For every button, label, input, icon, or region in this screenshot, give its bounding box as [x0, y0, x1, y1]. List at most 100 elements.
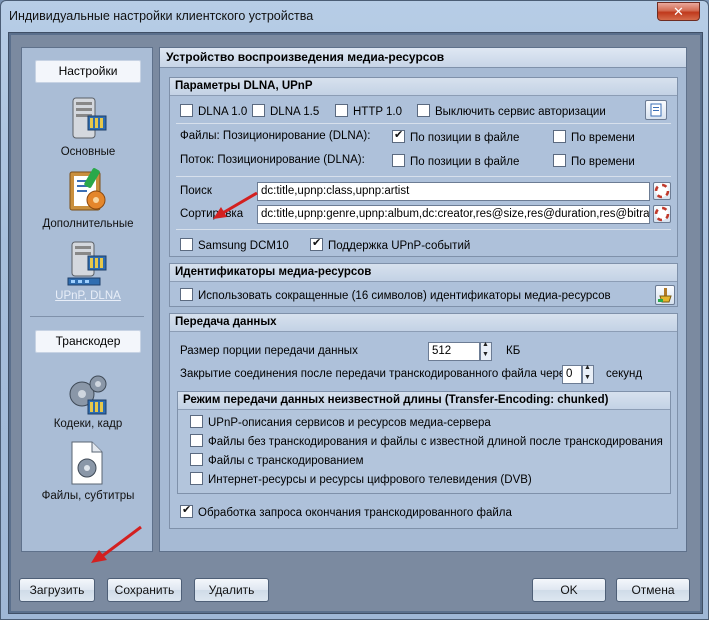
clipboard-tools-icon [64, 166, 112, 214]
checkbox-label: Поддержка UPnP-событий [328, 240, 471, 252]
checkbox-box[interactable] [392, 128, 405, 143]
nav-item-basic[interactable]: Основные [22, 94, 154, 158]
nav-item-codecs[interactable]: Кодеки, кадр [22, 366, 154, 430]
settings-window: Индивидуальные настройки клиентского уст… [0, 0, 709, 620]
dlna-group: Параметры DLNA, UPnP DLNA 1.0 DLNA 1.5 H… [169, 77, 678, 257]
data-transfer-group: Передача данных Размер порции передачи д… [169, 313, 678, 529]
stream-by-position-checkbox[interactable]: По позиции в файле [392, 154, 519, 168]
auth-settings-button[interactable] [645, 100, 667, 120]
close-connection-label: Закрытие соединения после передачи транс… [180, 368, 571, 380]
divider [176, 229, 671, 230]
search-reset-button[interactable] [653, 182, 671, 200]
checkbox-label: Обработка запроса окончания транскодиров… [198, 507, 512, 519]
checkbox-label: Файлы без транскодирования и файлы с изв… [208, 436, 663, 448]
checkbox-label: По позиции в файле [410, 132, 520, 144]
checkbox-box[interactable] [190, 453, 203, 466]
lifebuoy-icon [654, 183, 670, 199]
checkbox-label: DLNA 1.5 [270, 106, 320, 118]
checkbox-box[interactable] [180, 104, 193, 117]
chunk-size-spinner[interactable] [480, 341, 492, 361]
chunk-size-input[interactable]: 512 [428, 342, 480, 361]
search-input[interactable]: dc:title,upnp:class,upnp:artist [257, 182, 650, 201]
annotation-arrow-sort [213, 191, 258, 219]
files-by-position-checkbox[interactable]: По позиции в файле [392, 128, 520, 144]
network-server-icon [64, 238, 112, 286]
title-bar: Индивидуальные настройки клиентского уст… [1, 1, 708, 31]
checkbox-label: По времени [571, 132, 635, 144]
checkbox-box[interactable] [553, 154, 566, 167]
group-header: Параметры DLNA, UPnP [170, 78, 677, 96]
group-header: Передача данных [170, 314, 677, 332]
save-button[interactable]: Сохранить [107, 578, 182, 602]
checkbox-label: Samsung DCM10 [198, 240, 289, 252]
close-button[interactable]: ✕ [657, 2, 700, 21]
nav-header-transcoder: Транскодер [35, 330, 141, 353]
main-panel: Устройство воспроизведения медиа-ресурсо… [159, 47, 687, 552]
divider [176, 123, 671, 124]
divider [176, 176, 671, 177]
checkbox-label: По позиции в файле [410, 156, 520, 168]
media-ids-group: Идентификаторы медиа-ресурсов Использова… [169, 263, 678, 307]
checkbox-box[interactable] [190, 472, 203, 485]
nav-header-settings: Настройки [35, 60, 141, 83]
close-connection-spinner[interactable] [582, 364, 594, 384]
gears-icon [64, 366, 112, 415]
http10-checkbox[interactable]: HTTP 1.0 [335, 104, 402, 118]
sort-reset-button[interactable] [653, 205, 671, 223]
sort-input[interactable]: dc:title,upnp:genre,upnp:album,dc:creato… [257, 205, 650, 224]
broom-icon [658, 288, 672, 303]
checkbox-box[interactable] [180, 238, 193, 251]
checkbox-box[interactable] [417, 104, 430, 117]
checkbox-box[interactable] [553, 130, 566, 143]
delete-button[interactable]: Удалить [194, 578, 269, 602]
chunked-internet-dvb-checkbox[interactable]: Интернет-ресурсы и ресурсы цифрового тел… [190, 472, 532, 486]
panel-title: Устройство воспроизведения медиа-ресурсо… [160, 48, 686, 68]
lifebuoy-icon [654, 206, 670, 222]
checkbox-box[interactable] [310, 236, 323, 251]
nav-item-files-subtitles[interactable]: Файлы, субтитры [22, 438, 154, 502]
checkbox-box[interactable] [252, 104, 265, 117]
checkbox-box[interactable] [180, 288, 193, 301]
files-positioning-label: Файлы: Позиционирование (DLNA): [180, 130, 371, 142]
disable-auth-checkbox[interactable]: Выключить сервис авторизации [417, 104, 606, 118]
file-gear-icon [64, 438, 112, 486]
upnp-events-checkbox[interactable]: Поддержка UPnP-событий [310, 236, 471, 252]
nav-divider [30, 316, 144, 317]
checkbox-label: DLNA 1.0 [198, 106, 248, 118]
dlna15-checkbox[interactable]: DLNA 1.5 [252, 104, 319, 118]
chunk-unit-label: КБ [506, 345, 521, 357]
checkbox-box[interactable] [180, 503, 193, 518]
dlna10-checkbox[interactable]: DLNA 1.0 [180, 104, 247, 118]
chunked-transcode-checkbox[interactable]: Файлы с транскодированием [190, 453, 364, 467]
settings-nav: Настройки Основные Дополнительные UPnP, … [21, 47, 153, 552]
close-unit-label: секунд [606, 368, 643, 380]
stream-by-time-checkbox[interactable]: По времени [553, 154, 635, 168]
chunked-no-transcode-checkbox[interactable]: Файлы без транскодирования и файлы с изв… [190, 434, 663, 448]
close-connection-input[interactable]: 0 [562, 365, 582, 384]
cancel-button[interactable]: Отмена [616, 578, 690, 602]
checkbox-label: Интернет-ресурсы и ресурсы цифрового тел… [208, 474, 532, 486]
nav-item-upnp-dlna[interactable]: UPnP, DLNA [22, 238, 154, 302]
chunked-upnp-desc-checkbox[interactable]: UPnP-описания сервисов и ресурсов медиа-… [190, 415, 491, 429]
checkbox-box[interactable] [392, 154, 405, 167]
checkbox-box[interactable] [190, 434, 203, 447]
end-request-checkbox[interactable]: Обработка запроса окончания транскодиров… [180, 503, 512, 519]
ok-button[interactable]: OK [532, 578, 606, 602]
document-icon [650, 103, 662, 117]
group-header: Режим передачи данных неизвестной длины … [178, 392, 670, 410]
chunked-mode-group: Режим передачи данных неизвестной длины … [177, 391, 671, 494]
checkbox-box[interactable] [190, 415, 203, 428]
files-by-time-checkbox[interactable]: По времени [553, 130, 635, 144]
load-button[interactable]: Загрузить [19, 578, 95, 602]
nav-item-advanced[interactable]: Дополнительные [22, 166, 154, 230]
ids-action-button[interactable] [655, 285, 675, 305]
short-ids-checkbox[interactable]: Использовать сокращенные (16 символов) и… [180, 288, 611, 302]
checkbox-label: По времени [571, 156, 635, 168]
samsung-dcm10-checkbox[interactable]: Samsung DCM10 [180, 238, 289, 252]
group-header: Идентификаторы медиа-ресурсов [170, 264, 677, 282]
server-icon [64, 94, 112, 142]
checkbox-label: Выключить сервис авторизации [435, 106, 606, 118]
stream-positioning-label: Поток: Позиционирование (DLNA): [180, 154, 365, 166]
checkbox-box[interactable] [335, 104, 348, 117]
annotation-arrow-load [91, 525, 142, 563]
